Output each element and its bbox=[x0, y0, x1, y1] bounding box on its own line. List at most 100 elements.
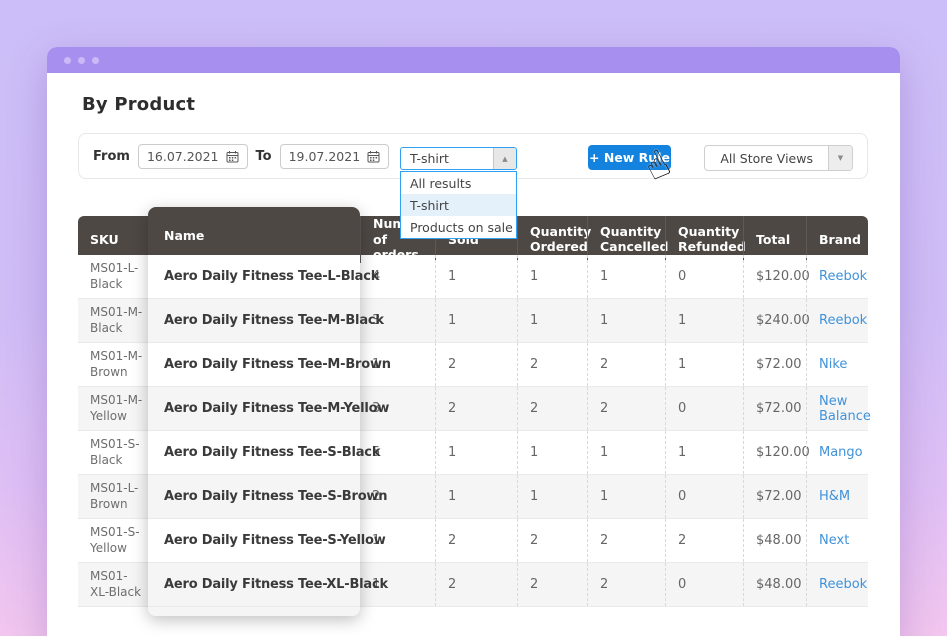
name-cell: Aero Daily Fitness Tee-M-Black bbox=[148, 299, 360, 343]
sku-cell: MS01-M-Yellow bbox=[78, 387, 148, 430]
sku-cell: MS01-S-Yellow bbox=[78, 519, 148, 562]
sold-cell: 2 bbox=[435, 343, 517, 386]
name-column-body: Aero Daily Fitness Tee-L-BlackAero Daily… bbox=[148, 255, 360, 607]
qty-refunded-cell: 1 bbox=[665, 343, 743, 386]
sku-cell: MS01-L-Black bbox=[78, 255, 148, 298]
page-title: By Product bbox=[82, 94, 195, 115]
filter-toolbar: From 16.07.2021 To 19.07.2021 T-shirt bbox=[78, 133, 868, 179]
total-cell: $120.00 bbox=[743, 431, 806, 474]
from-label: From bbox=[93, 149, 130, 164]
brand-cell: H&M bbox=[806, 475, 868, 518]
window-dot-icon[interactable] bbox=[92, 57, 99, 64]
qty-ordered-cell: 2 bbox=[517, 519, 587, 562]
sold-cell: 1 bbox=[435, 431, 517, 474]
app-window: By Product From 16.07.2021 To 19.07.2021 bbox=[47, 47, 900, 636]
chevron-up-icon[interactable]: ▲ bbox=[493, 148, 516, 169]
product-filter-dropdown: All results T-shirt Products on sale bbox=[400, 171, 517, 239]
brand-link[interactable]: Reebok bbox=[819, 313, 867, 328]
brand-cell: Reebok bbox=[806, 563, 868, 606]
brand-link[interactable]: Nike bbox=[819, 357, 847, 372]
qty-cancelled-cell: 2 bbox=[587, 343, 665, 386]
name-cell: Aero Daily Fitness Tee-S-Brown bbox=[148, 475, 360, 519]
total-cell: $72.00 bbox=[743, 475, 806, 518]
dropdown-option-products-on-sale[interactable]: Products on sale bbox=[401, 216, 516, 238]
qty-refunded-cell: 2 bbox=[665, 519, 743, 562]
products-table: SKU Number of orders Sold Quantity Order… bbox=[78, 216, 868, 607]
qty-ordered-cell: 1 bbox=[517, 299, 587, 342]
name-cell: Aero Daily Fitness Tee-M-Yellow bbox=[148, 387, 360, 431]
qty-ordered-cell: 2 bbox=[517, 563, 587, 606]
sold-cell: 1 bbox=[435, 299, 517, 342]
sku-cell: MS01-M-Brown bbox=[78, 343, 148, 386]
total-cell: $48.00 bbox=[743, 563, 806, 606]
total-cell: $120.00 bbox=[743, 255, 806, 298]
sku-cell: MS01-S-Black bbox=[78, 431, 148, 474]
sku-cell: MS01-L-Brown bbox=[78, 475, 148, 518]
chevron-down-icon[interactable]: ▼ bbox=[828, 146, 852, 170]
qty-ordered-cell: 2 bbox=[517, 387, 587, 430]
brand-cell: Reebok bbox=[806, 299, 868, 342]
name-column-card: Name Aero Daily Fitness Tee-L-BlackAero … bbox=[148, 207, 360, 616]
name-column-footer bbox=[148, 607, 360, 616]
to-date-value: 19.07.2021 bbox=[289, 149, 361, 164]
qty-cancelled-cell: 1 bbox=[587, 431, 665, 474]
sold-cell: 2 bbox=[435, 563, 517, 606]
window-titlebar[interactable] bbox=[47, 47, 900, 73]
qty-ordered-cell: 2 bbox=[517, 343, 587, 386]
brand-link[interactable]: Reebok bbox=[819, 577, 867, 592]
name-cell: Aero Daily Fitness Tee-XL-Black bbox=[148, 563, 360, 607]
sku-cell: MS01-M-Black bbox=[78, 299, 148, 342]
dropdown-option-all-results[interactable]: All results bbox=[401, 172, 516, 194]
qty-refunded-cell: 0 bbox=[665, 387, 743, 430]
brand-link[interactable]: H&M bbox=[819, 489, 850, 504]
sold-cell: 1 bbox=[435, 475, 517, 518]
total-cell: $72.00 bbox=[743, 387, 806, 430]
store-views-value: All Store Views bbox=[705, 146, 828, 170]
brand-cell: Nike bbox=[806, 343, 868, 386]
from-date-input[interactable]: 16.07.2021 bbox=[138, 144, 248, 169]
name-cell: Aero Daily Fitness Tee-M-Brown bbox=[148, 343, 360, 387]
qty-refunded-cell: 0 bbox=[665, 255, 743, 298]
qty-refunded-cell: 0 bbox=[665, 475, 743, 518]
to-label: To bbox=[256, 149, 272, 164]
qty-refunded-cell: 1 bbox=[665, 431, 743, 474]
window-dot-icon[interactable] bbox=[78, 57, 85, 64]
new-rule-button[interactable]: + New Rule bbox=[588, 145, 671, 170]
from-date-value: 16.07.2021 bbox=[147, 149, 219, 164]
qty-cancelled-cell: 2 bbox=[587, 519, 665, 562]
brand-cell: New Balance bbox=[806, 387, 868, 430]
brand-link[interactable]: Reebok bbox=[819, 269, 867, 284]
qty-cancelled-cell: 1 bbox=[587, 299, 665, 342]
qty-cancelled-cell: 2 bbox=[587, 387, 665, 430]
sold-cell: 2 bbox=[435, 519, 517, 562]
sold-cell: 1 bbox=[435, 255, 517, 298]
calendar-icon[interactable] bbox=[226, 150, 239, 163]
sku-cell: MS01-XL-Black bbox=[78, 563, 148, 606]
name-cell: Aero Daily Fitness Tee-L-Black bbox=[148, 255, 360, 299]
total-cell: $48.00 bbox=[743, 519, 806, 562]
store-views-select[interactable]: All Store Views ▼ bbox=[704, 145, 853, 171]
brand-cell: Mango bbox=[806, 431, 868, 474]
brand-cell: Reebok bbox=[806, 255, 868, 298]
qty-ordered-cell: 1 bbox=[517, 431, 587, 474]
total-cell: $240.00 bbox=[743, 299, 806, 342]
product-filter-value: T-shirt bbox=[401, 148, 493, 169]
calendar-icon[interactable] bbox=[367, 150, 380, 163]
qty-refunded-cell: 0 bbox=[665, 563, 743, 606]
qty-cancelled-cell: 1 bbox=[587, 475, 665, 518]
brand-link[interactable]: New Balance bbox=[819, 394, 871, 424]
brand-link[interactable]: Next bbox=[819, 533, 849, 548]
product-filter-select[interactable]: T-shirt ▲ bbox=[400, 147, 517, 170]
desktop-background: By Product From 16.07.2021 To 19.07.2021 bbox=[0, 0, 947, 636]
brand-cell: Next bbox=[806, 519, 868, 562]
qty-ordered-cell: 1 bbox=[517, 475, 587, 518]
column-header-name[interactable]: Name bbox=[148, 207, 360, 255]
window-dot-icon[interactable] bbox=[64, 57, 71, 64]
sold-cell: 2 bbox=[435, 387, 517, 430]
to-date-input[interactable]: 19.07.2021 bbox=[280, 144, 390, 169]
date-range-filter: From 16.07.2021 To 19.07.2021 bbox=[93, 134, 389, 178]
dropdown-option-t-shirt[interactable]: T-shirt bbox=[401, 194, 516, 216]
qty-cancelled-cell: 2 bbox=[587, 563, 665, 606]
qty-ordered-cell: 1 bbox=[517, 255, 587, 298]
brand-link[interactable]: Mango bbox=[819, 445, 863, 460]
